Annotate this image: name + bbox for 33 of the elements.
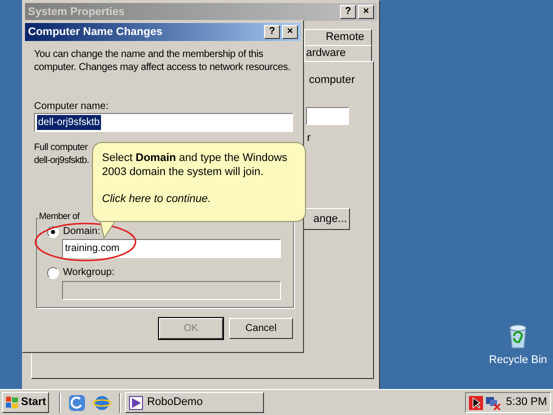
window-title: Computer Name Changes [28, 24, 162, 40]
field-label: Full computer [34, 141, 88, 155]
text-field[interactable] [306, 107, 349, 125]
window-title: System Properties [28, 4, 125, 20]
callout-text: Select Domain and type the Windows 2003 domain the system will join. [102, 151, 288, 179]
start-button[interactable]: Start [2, 392, 50, 413]
cancel-button[interactable]: Cancel [229, 318, 293, 339]
full-name-text: dell-orj9sfsktb. [34, 154, 89, 168]
play-icon [129, 396, 144, 410]
close-button[interactable]: × [282, 25, 298, 39]
browser-icon[interactable] [93, 394, 112, 412]
help-button[interactable]: ? [264, 25, 280, 39]
refresh-icon[interactable] [68, 394, 86, 412]
tab[interactable]: ardware [304, 45, 372, 61]
tab[interactable]: Remote [304, 29, 372, 45]
desktop-icon-label[interactable]: Recycle Bin [488, 352, 548, 368]
taskbar-button[interactable]: RoboDemo [125, 392, 264, 413]
label-text: r [307, 131, 311, 146]
cursor-icon[interactable] [469, 396, 483, 410]
close-button[interactable]: × [358, 5, 374, 19]
network-disconnected-icon[interactable] [485, 396, 501, 410]
windows-logo-icon [5, 396, 19, 409]
computer-name-field[interactable]: dell-orj9sfsktb [34, 113, 293, 132]
recycle-bin-icon[interactable] [507, 323, 529, 349]
help-button[interactable]: ? [340, 5, 356, 19]
clock-text[interactable]: 5:30 PM [506, 394, 547, 411]
intro-text: You can change the name and the membership of this computer. Changes may affect access to network resources. [34, 48, 292, 74]
field-label: Computer name: [34, 100, 108, 114]
continue-link[interactable]: Click here to continue. [102, 192, 296, 206]
callout-bubble[interactable]: Select Domain and type the Windows 2003 domain the system will join. Click here to continue. [92, 142, 306, 222]
text-field[interactable]: training.com [62, 239, 281, 258]
radio-label[interactable]: Domain: [63, 224, 100, 239]
label-text: computer [309, 73, 355, 88]
